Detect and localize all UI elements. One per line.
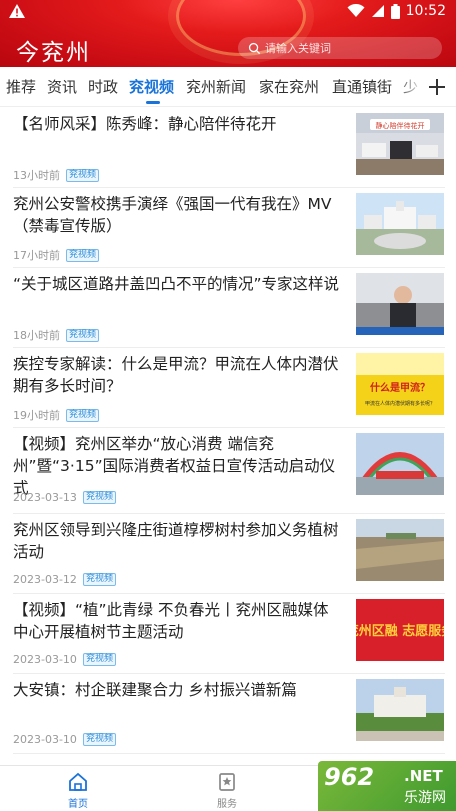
divider <box>13 673 445 674</box>
news-item[interactable]: 大安镇：村企联建聚合力 乡村振兴谱新篇 2023-03-10 兖视频 <box>0 679 456 755</box>
nav-home[interactable]: 首页 <box>48 771 108 810</box>
tab-politics[interactable]: 时政 <box>88 76 118 97</box>
news-item[interactable]: 兖州区领导到兴隆庄街道椁椤树村参加义务植树活动 2023-03-12 兖视频 <box>0 519 456 595</box>
news-meta: 17小时前 兖视频 <box>13 247 100 263</box>
app-title: 今兖州 <box>16 40 91 66</box>
news-item[interactable]: 【名师风采】陈秀峰：静心陪伴待花开 13小时前 兖视频 静心陪伴待花开 <box>0 113 456 189</box>
news-meta: 19小时前 兖视频 <box>13 407 100 423</box>
tab-fade <box>395 67 425 106</box>
news-title: 【视频】“植”此青绿 不负春光丨兖州区融媒体中心开展植树节主题活动 <box>13 601 329 641</box>
add-tab-button[interactable] <box>422 73 452 101</box>
watermark-suffix: .NET <box>404 767 443 785</box>
news-title: 兖州区领导到兴隆庄街道椁椤树村参加义务植树活动 <box>13 521 339 561</box>
tab-news[interactable]: 资讯 <box>47 76 77 97</box>
category-badge: 兖视频 <box>82 573 116 586</box>
news-thumbnail: 兖州区融 志愿服务 <box>356 599 444 661</box>
news-item[interactable]: 【视频】兖州区举办“放心消费 端信兖州”暨“3·15”国际消费者权益日宣传活动启… <box>0 433 456 517</box>
news-meta: 18小时前 兖视频 <box>13 327 100 343</box>
divider <box>13 187 445 188</box>
news-time: 2023-03-13 <box>13 491 77 504</box>
search-bar[interactable]: 请输入关键词 <box>238 37 442 59</box>
watermark-cn: 乐游网 <box>404 790 446 806</box>
news-time: 2023-03-10 <box>13 653 77 666</box>
news-title: “关于城区道路井盖凹凸不平的情况”专家这样说 <box>13 275 340 293</box>
news-thumbnail: 什么是甲流？ 甲流在人体内潜伏期有多长呢？ <box>356 353 444 415</box>
news-title: 【名师风采】陈秀峰：静心陪伴待花开 <box>13 115 277 133</box>
news-item[interactable]: 疾控专家解读：什么是甲流？甲流在人体内潜伏期有多长时间？ 19小时前 兖视频 什… <box>0 353 456 429</box>
category-badge: 兖视频 <box>66 408 100 422</box>
nav-home-label: 首页 <box>68 799 88 810</box>
news-item[interactable]: 兖州公安警校携手演绎《强国一代有我在》MV（禁毒宣传版） 17小时前 兖视频 <box>0 193 456 269</box>
category-tabs: 推荐 资讯 时政 兖视频 兖州新闻 家在兖州 直通镇街 少 <box>0 67 456 107</box>
thumb-caption: 兖州区融 志愿服务 <box>356 623 444 639</box>
news-meta: 2023-03-12 兖视频 <box>13 573 116 586</box>
category-badge: 兖视频 <box>66 168 100 182</box>
category-badge: 兖视频 <box>66 328 100 342</box>
news-thumbnail <box>356 679 444 741</box>
news-title: 【视频】兖州区举办“放心消费 端信兖州”暨“3·15”国际消费者权益日宣传活动启… <box>13 435 336 497</box>
news-item[interactable]: 【视频】“植”此青绿 不负春光丨兖州区融媒体中心开展植树节主题活动 2023-0… <box>0 599 456 675</box>
status-time: 10:52 <box>405 3 446 19</box>
category-badge: 兖视频 <box>82 733 116 746</box>
news-item[interactable]: “关于城区道路井盖凹凸不平的情况”专家这样说 18小时前 兖视频 <box>0 273 456 349</box>
tab-recommend[interactable]: 推荐 <box>6 76 36 97</box>
wifi-icon <box>347 4 365 17</box>
active-tab-indicator <box>146 101 160 104</box>
divider <box>13 267 445 268</box>
news-thumbnail <box>356 193 444 255</box>
news-meta: 2023-03-10 兖视频 <box>13 733 116 746</box>
plus-icon <box>429 79 445 95</box>
nav-service-label: 服务 <box>217 799 237 810</box>
news-meta: 13小时前 兖视频 <box>13 167 100 183</box>
home-icon <box>69 772 87 791</box>
news-time: 18小时前 <box>13 329 60 342</box>
category-badge: 兖视频 <box>82 653 116 666</box>
news-title: 疾控专家解读：什么是甲流？甲流在人体内潜伏期有多长时间？ <box>13 355 339 395</box>
warning-icon <box>9 4 25 18</box>
news-thumbnail <box>356 433 444 495</box>
news-meta: 2023-03-10 兖视频 <box>13 653 116 666</box>
search-icon <box>248 42 261 54</box>
signal-icon <box>371 5 384 17</box>
category-badge: 兖视频 <box>66 248 100 262</box>
news-title: 大安镇：村企联建聚合力 乡村振兴谱新篇 <box>13 681 297 699</box>
status-bar: 10:52 <box>0 0 456 24</box>
divider <box>13 427 445 428</box>
news-time: 13小时前 <box>13 169 60 182</box>
divider <box>13 593 445 594</box>
search-placeholder: 请输入关键词 <box>265 42 331 55</box>
tab-yan-video[interactable]: 兖视频 <box>129 76 174 97</box>
news-thumbnail <box>356 519 444 581</box>
thumb-subcaption: 甲流在人体内潜伏期有多长呢？ <box>365 400 435 407</box>
news-thumbnail <box>356 273 444 335</box>
app-header: 10:52 今兖州 请输入关键词 <box>0 0 456 67</box>
divider <box>13 513 445 514</box>
bookmark-icon <box>219 773 235 791</box>
watermark-number: 962 <box>324 763 375 791</box>
news-time: 2023-03-10 <box>13 733 77 746</box>
news-thumbnail: 静心陪伴待花开 <box>356 113 444 175</box>
news-time: 19小时前 <box>13 409 60 422</box>
category-badge: 兖视频 <box>82 491 116 504</box>
divider <box>13 753 445 754</box>
news-time: 17小时前 <box>13 249 60 262</box>
news-meta: 2023-03-13 兖视频 <box>13 491 116 504</box>
news-time: 2023-03-12 <box>13 573 77 586</box>
tab-home-in-yanzhou[interactable]: 家在兖州 <box>259 76 319 97</box>
tab-yanzhou-news[interactable]: 兖州新闻 <box>186 76 246 97</box>
nav-service[interactable]: 服务 <box>197 771 257 810</box>
divider <box>13 347 445 348</box>
tab-towns[interactable]: 直通镇街 <box>332 76 392 97</box>
thumb-caption: 静心陪伴待花开 <box>376 121 425 130</box>
battery-icon <box>390 3 400 19</box>
site-watermark-logo: 962 .NET 乐游网 <box>318 761 456 811</box>
news-title: 兖州公安警校携手演绎《强国一代有我在》MV（禁毒宣传版） <box>13 195 332 235</box>
thumb-caption: 什么是甲流？ <box>370 381 430 394</box>
